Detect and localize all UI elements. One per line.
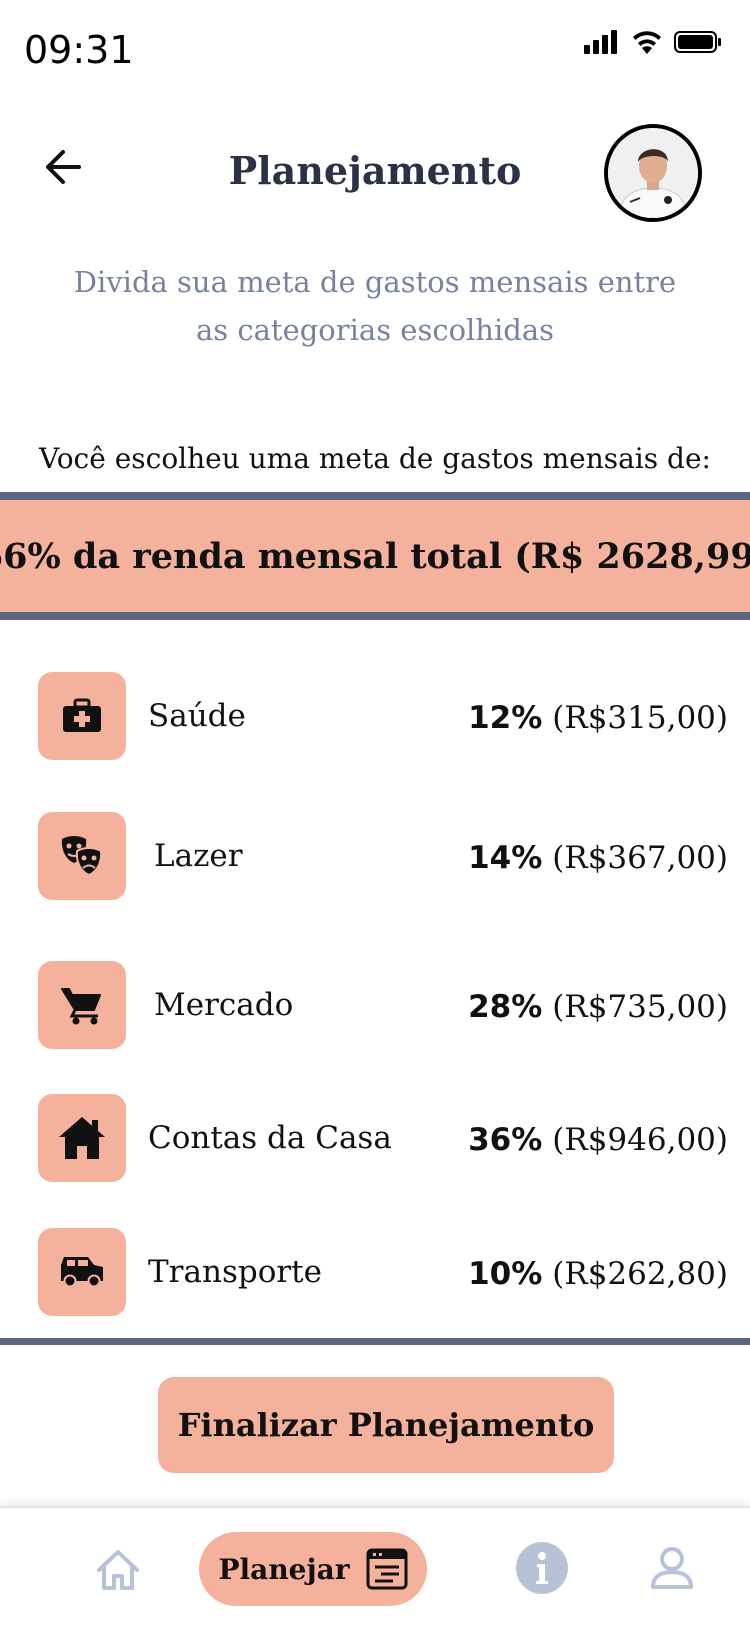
tab-info[interactable] <box>512 1538 572 1598</box>
category-icon-button[interactable] <box>38 1094 126 1182</box>
category-amount: (R$315,00) <box>552 700 728 736</box>
avatar-photo <box>608 128 698 218</box>
goal-intro: Você escolheu uma meta de gastos mensais… <box>39 442 711 475</box>
wifi-icon <box>633 31 661 54</box>
category-values: 10% (R$262,80) <box>468 1256 728 1292</box>
shopping-cart-icon <box>61 988 101 1025</box>
category-values: 12% (R$315,00) <box>468 700 728 736</box>
avatar[interactable] <box>604 124 702 222</box>
goal-summary: 66% da renda mensal total (R$ 2628,99) <box>0 535 750 577</box>
category-mercado: Mercado 28% (R$735,00) <box>0 961 750 1051</box>
category-label: Saúde <box>148 698 246 734</box>
category-percent: 10% <box>468 1256 543 1292</box>
planner-icon <box>366 1548 408 1590</box>
tab-bar: Planejar <box>0 1506 750 1626</box>
category-percent: 36% <box>468 1122 543 1158</box>
category-values: 36% (R$946,00) <box>468 1122 728 1158</box>
tab-profile[interactable] <box>642 1538 702 1598</box>
status-bar: 09:31 <box>0 0 750 100</box>
category-icon-button[interactable] <box>38 672 126 760</box>
category-icon-button[interactable] <box>38 961 126 1049</box>
tab-planejar-label: Planejar <box>218 1552 350 1586</box>
category-amount: (R$946,00) <box>552 1122 728 1158</box>
info-icon <box>516 1542 568 1594</box>
category-saude: Saúde 12% (R$315,00) <box>0 672 750 762</box>
category-transporte: Transporte 10% (R$262,80) <box>0 1228 750 1318</box>
category-percent: 28% <box>468 989 543 1025</box>
profile-icon <box>651 1547 693 1589</box>
category-percent: 12% <box>468 700 543 736</box>
status-time: 09:31 <box>24 28 134 72</box>
signal-icon <box>584 30 617 54</box>
tab-planejar[interactable]: Planejar <box>199 1532 427 1606</box>
theater-masks-icon <box>61 836 103 877</box>
category-values: 14% (R$367,00) <box>468 840 728 876</box>
finish-planning-button[interactable]: Finalizar Planejamento <box>158 1377 614 1473</box>
category-label: Contas da Casa <box>148 1120 392 1156</box>
category-amount: (R$735,00) <box>552 989 728 1025</box>
battery-icon <box>674 31 721 53</box>
category-label: Transporte <box>148 1254 322 1290</box>
car-icon <box>61 1257 103 1288</box>
category-label: Mercado <box>154 987 294 1023</box>
category-amount: (R$262,80) <box>552 1256 728 1292</box>
category-icon-button[interactable] <box>38 812 126 900</box>
divider <box>0 1338 750 1345</box>
tab-home[interactable] <box>88 1540 148 1600</box>
status-icons <box>584 30 722 54</box>
category-values: 28% (R$735,00) <box>468 989 728 1025</box>
subtitle: Divida sua meta de gastos mensais entre … <box>73 265 677 347</box>
category-lazer: Lazer 14% (R$367,00) <box>0 812 750 902</box>
category-icon-button[interactable] <box>38 1228 126 1316</box>
category-amount: (R$367,00) <box>552 840 728 876</box>
home-icon <box>97 1550 139 1590</box>
goal-banner: 66% da renda mensal total (R$ 2628,99) <box>0 492 750 620</box>
first-aid-kit-icon <box>63 698 101 732</box>
category-contas-da-casa: Contas da Casa 36% (R$946,00) <box>0 1094 750 1184</box>
category-percent: 14% <box>468 840 543 876</box>
category-label: Lazer <box>154 838 243 874</box>
house-icon <box>59 1117 105 1159</box>
